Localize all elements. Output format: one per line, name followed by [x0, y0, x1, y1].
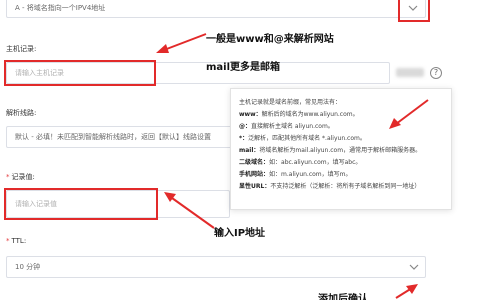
chevron-down-icon[interactable]	[404, 256, 424, 278]
tooltip-line: 显性URL：不支持泛解析（泛解析：将所有子域名解析到同一地址）	[239, 183, 421, 190]
ttl-label: * TTL:	[6, 237, 27, 245]
arrow-to-confirm	[395, 284, 418, 299]
record-type-select[interactable]: A - 将域名指向一个IPV4地址	[6, 0, 426, 18]
host-record-label: 主机记录:	[6, 45, 37, 53]
annotation-ip: 输入IP地址	[214, 228, 266, 239]
tooltip-line: mail：将域名解析为mail.aliyun.com，通常用于解析邮箱服务器。	[239, 147, 422, 154]
ttl-value: 10 分钟	[15, 263, 41, 271]
host-record-highlight-box	[4, 60, 156, 86]
annotation-mail: mail更多是邮箱	[206, 62, 281, 73]
arrow-to-record-value	[164, 192, 215, 229]
ttl-select[interactable]: 10 分钟	[6, 256, 426, 278]
dropdown-highlight-box	[398, 0, 430, 22]
blurred-text	[396, 68, 424, 77]
arrow-to-host-record	[156, 33, 207, 53]
resolve-line-label: 解析线路:	[6, 109, 37, 117]
arrow-to-tooltip	[389, 99, 429, 129]
annotation-www-at: 一般是www和@来解析网站	[206, 34, 334, 45]
resolve-line-select[interactable]: 默认 - 必填！未匹配到智能解析线路时，返回【默认】线路设置	[6, 126, 240, 148]
resolve-line-value: 默认 - 必填！未匹配到智能解析线路时，返回【默认】线路设置	[15, 133, 211, 141]
record-value-highlight-box	[4, 188, 158, 220]
tooltip-line: 二级域名：如：abc.aliyun.com，填写abc。	[239, 159, 362, 166]
question-circle-icon[interactable]: ?	[430, 67, 442, 79]
tooltip-line: *：泛解析，匹配其他所有域名 *.aliyun.com。	[239, 135, 366, 142]
record-value-label: * 记录值:	[6, 173, 35, 181]
annotation-confirm: 添加后确认	[318, 294, 368, 300]
tooltip-line: 手机网站：如：m.aliyun.com，填写m。	[239, 171, 352, 178]
record-type-value: A - 将域名指向一个IPV4地址	[15, 4, 106, 12]
